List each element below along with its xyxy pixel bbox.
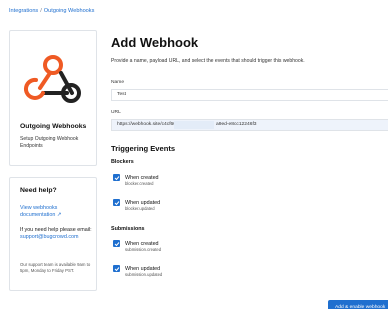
url-redacted-segment — [174, 121, 214, 129]
integration-description: Setup Outgoing Webhook Endpoints — [20, 136, 79, 149]
blocker-created-option: When created blocker.created — [125, 175, 159, 186]
url-value-end: a9ed-e8cc12246f3 — [216, 122, 257, 127]
breadcrumb-separator: / — [40, 8, 42, 14]
breadcrumb: Integrations / Outgoing Webhooks — [9, 8, 94, 14]
breadcrumb-current[interactable]: Outgoing Webhooks — [44, 8, 95, 14]
url-field[interactable]: https://webhook.site/c4cf60d5- a9ed-e8cc… — [111, 119, 388, 131]
checkmark-icon — [114, 241, 119, 246]
help-title: Need help? — [20, 187, 57, 194]
blockers-title: Blockers — [111, 159, 134, 165]
blocker-updated-event: blocker.updated — [125, 206, 155, 211]
submission-created-checkbox[interactable] — [113, 240, 120, 247]
url-label: URL — [111, 110, 121, 115]
name-label: Name — [111, 80, 125, 85]
add-enable-webhook-button[interactable]: Add & enable webhook — [328, 300, 388, 309]
name-field[interactable]: Test — [111, 89, 388, 101]
submission-updated-option: When updated submission.updated — [125, 266, 162, 277]
breadcrumb-integrations-link[interactable]: Integrations — [9, 8, 38, 14]
help-card: Need help? View webhooks documentation ↗… — [9, 177, 97, 291]
form-subtitle: Provide a name, payload URL, and select … — [111, 58, 305, 64]
help-email-block: If you need help please email: support@b… — [20, 227, 94, 241]
submission-created-event: submission.created — [125, 247, 162, 252]
support-email-link[interactable]: support@bugcrowd.com — [20, 234, 79, 240]
page-title: Add Webhook — [111, 35, 199, 50]
integration-card: Outgoing Webhooks Setup Outgoing Webhook… — [9, 30, 97, 166]
submit-button-clip: Add & enable webhook — [328, 300, 388, 309]
integration-title: Outgoing Webhooks — [20, 123, 87, 130]
submission-created-option: When created submission.created — [125, 241, 161, 252]
blocker-created-event: blocker.created — [125, 181, 154, 186]
checkmark-icon — [114, 266, 119, 271]
blocker-updated-checkbox[interactable] — [113, 199, 120, 206]
triggering-events-title: Triggering Events — [111, 144, 176, 153]
checkmark-icon — [114, 200, 119, 205]
webhooks-docs-link[interactable]: View webhooks documentation ↗ — [20, 205, 94, 219]
submission-updated-checkbox[interactable] — [113, 265, 120, 272]
submissions-title: Submissions — [111, 226, 145, 232]
support-availability: Our support team is available 9am to 5pm… — [20, 262, 91, 273]
name-value: Test — [117, 92, 126, 97]
checkmark-icon — [114, 175, 119, 180]
webhook-logo-icon — [10, 31, 96, 119]
blocker-created-checkbox[interactable] — [113, 174, 120, 181]
submission-updated-event: submission.updated — [125, 272, 163, 277]
help-prompt: If you need help please email: — [20, 227, 92, 233]
blocker-updated-option: When updated blocker.updated — [125, 200, 160, 211]
